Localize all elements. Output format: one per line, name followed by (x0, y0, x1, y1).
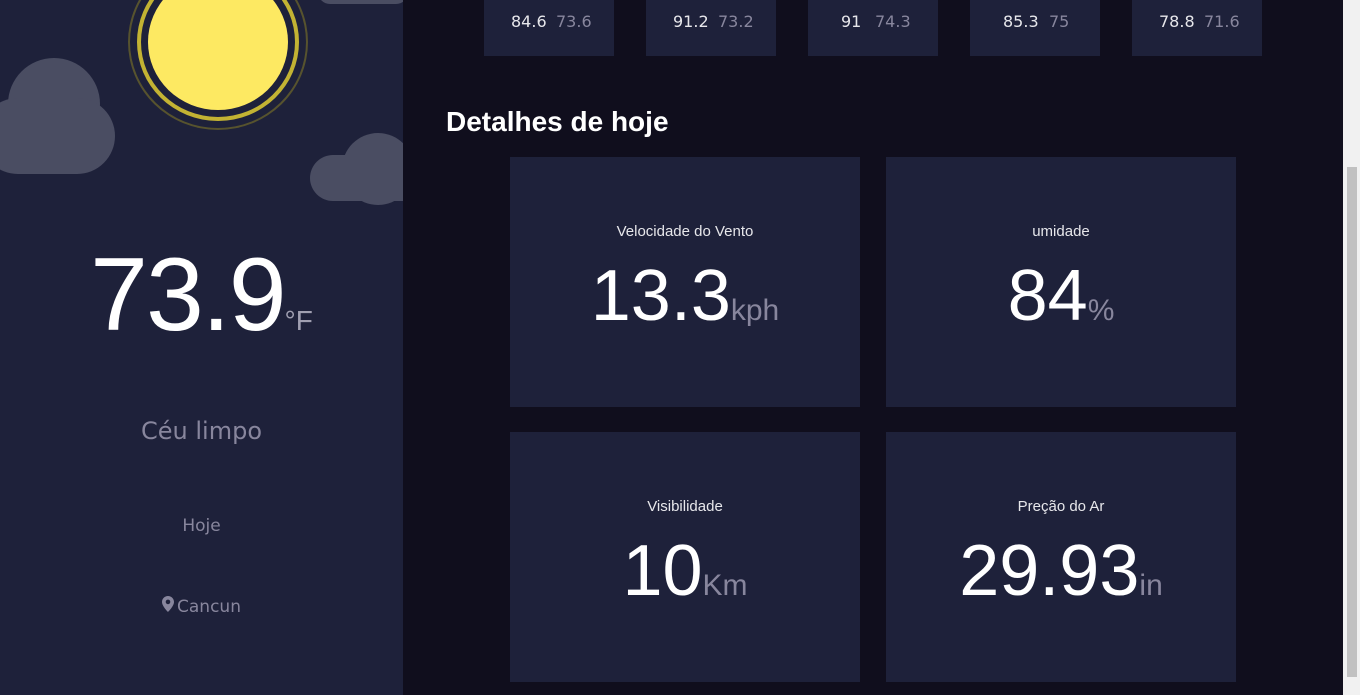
cloud-decoration (318, 0, 403, 4)
air-pressure-card: Preção do Ar 29.93in (886, 432, 1236, 682)
forecast-min: 74.3 (875, 12, 911, 31)
card-label: Velocidade do Vento (616, 223, 754, 240)
card-value: 84% (886, 255, 1236, 337)
card-label: umidade (1032, 223, 1090, 240)
location-name: Cancun (177, 597, 241, 617)
forecast-max: 91 (841, 12, 862, 31)
forecast-card: 78.8 71.6 (1132, 0, 1262, 56)
forecast-min: 71.6 (1204, 12, 1240, 31)
humidity-card: umidade 84% (886, 157, 1236, 407)
forecast-min: 73.2 (718, 12, 754, 31)
air-pressure-unit: in (1139, 569, 1163, 602)
forecast-min: 75 (1049, 12, 1070, 31)
humidity-value: 84 (1007, 256, 1088, 336)
temperature-value: 73.9 (90, 237, 286, 353)
temperature-unit: °F (284, 305, 313, 336)
card-label: Preção do Ar (1017, 498, 1105, 515)
humidity-unit: % (1087, 294, 1115, 327)
current-day: Hoje (182, 516, 221, 536)
forecast-card: 91.2 73.2 (646, 0, 776, 56)
card-value: 10Km (510, 530, 860, 612)
scrollbar-thumb[interactable] (1347, 167, 1357, 677)
forecast-max: 85.3 (1003, 12, 1039, 31)
forecast-max: 91.2 (673, 12, 709, 31)
forecast-card: 84.6 73.6 (484, 0, 614, 56)
card-value: 29.93in (886, 530, 1236, 612)
visibility-unit: Km (702, 569, 748, 602)
forecast-card: 91 74.3 (808, 0, 938, 56)
location-pin-icon (162, 596, 175, 616)
card-value: 13.3kph (510, 255, 860, 337)
wind-speed-unit: kph (730, 294, 780, 327)
forecast-card: 85.3 75 (970, 0, 1100, 56)
vertical-scrollbar[interactable] (1343, 0, 1360, 695)
visibility-card: Visibilidade 10Km (510, 432, 860, 682)
visibility-value: 10 (622, 531, 703, 611)
forecast-max: 78.8 (1159, 12, 1195, 31)
sidebar: 73.9°F Céu limpo Hoje Cancun (0, 0, 403, 695)
cloud-decoration (0, 98, 115, 174)
wind-status-card: Velocidade do Vento 13.3kph (510, 157, 860, 407)
section-title: Detalhes de hoje (446, 106, 669, 137)
air-pressure-value: 29.93 (959, 531, 1140, 611)
card-label: Visibilidade (647, 498, 723, 515)
forecast-min: 73.6 (556, 12, 592, 31)
cloud-decoration (310, 155, 403, 201)
current-location: Cancun (0, 596, 403, 617)
current-temperature: 73.9°F (0, 236, 403, 355)
wind-speed-value: 13.3 (590, 256, 731, 336)
weather-description: Céu limpo (141, 417, 262, 445)
forecast-max: 84.6 (511, 12, 547, 31)
